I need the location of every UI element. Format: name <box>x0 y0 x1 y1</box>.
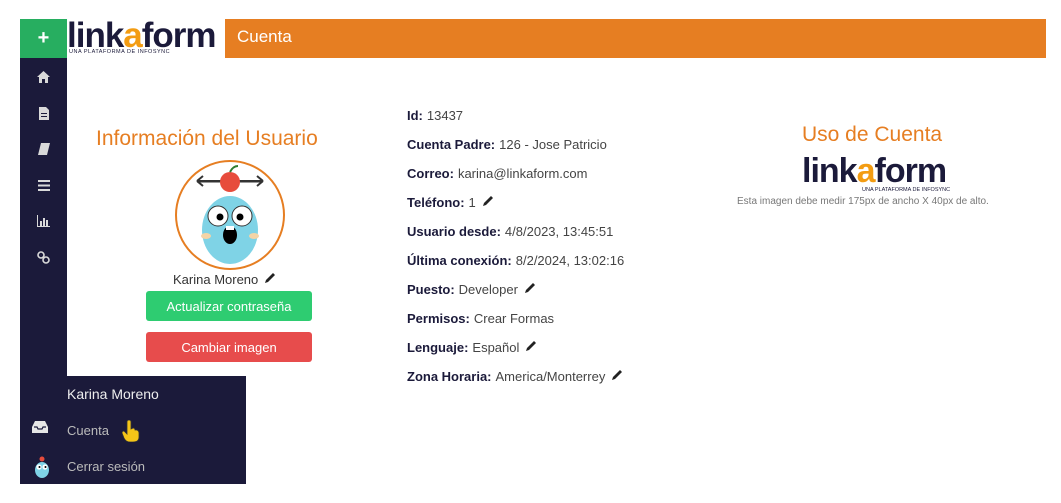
edit-pencil-icon[interactable] <box>611 369 623 384</box>
detail-row-parent: Cuenta Padre: 126 - Jose Patricio <box>407 137 607 152</box>
detail-row-id: Id: 13437 <box>407 108 464 123</box>
add-button[interactable]: + <box>20 19 67 58</box>
usage-logo-image[interactable]: linkaform UNA PLATAFORMA DE INFOSYNC <box>802 152 972 196</box>
profile-name: Karina Moreno <box>173 272 276 287</box>
section-title-user-info: Información del Usuario <box>96 127 318 150</box>
book-icon[interactable] <box>20 138 67 160</box>
menu-item-label: Cerrar sesión <box>67 459 146 474</box>
detail-row-position: Puesto: Developer <box>407 282 536 297</box>
page-title: Cuenta <box>237 27 292 46</box>
edit-pencil-icon[interactable] <box>524 282 536 297</box>
change-image-button[interactable]: Cambiar imagen <box>146 332 312 362</box>
list-icon[interactable] <box>20 174 67 196</box>
detail-row-email: Correo: karina@linkaform.com <box>407 166 588 181</box>
detail-row-phone: Teléfono: 1 <box>407 195 494 210</box>
detail-row-user-since: Usuario desde: 4/8/2023, 13:45:51 <box>407 224 614 239</box>
menu-user-name: Karina Moreno <box>67 386 159 402</box>
user-menu: Karina Moreno Cuenta Cerrar sesión <box>20 376 246 484</box>
gopher-avatar-icon <box>32 456 52 478</box>
detail-row-permissions: Permisos: Crear Formas <box>407 311 555 326</box>
menu-item-label: Cuenta <box>67 423 109 438</box>
edit-pencil-icon[interactable] <box>482 195 494 210</box>
edit-pencil-icon[interactable] <box>264 272 276 287</box>
edit-pencil-icon[interactable] <box>525 340 537 355</box>
home-icon[interactable] <box>20 66 67 88</box>
avatar[interactable] <box>175 160 285 270</box>
hand-pointer-icon <box>121 419 140 448</box>
detail-row-last-login: Última conexión: 8/2/2024, 13:02:16 <box>407 253 625 268</box>
update-password-button[interactable]: Actualizar contraseña <box>146 291 312 321</box>
detail-row-timezone: Zona Horaria: America/Monterrey <box>407 369 623 384</box>
link-icon[interactable] <box>20 246 67 268</box>
logo-size-note: Esta imagen debe medir 175px de ancho X … <box>737 196 989 207</box>
chart-icon[interactable] <box>20 210 67 232</box>
sidebar <box>20 58 67 378</box>
menu-item-cerrar-sesion[interactable]: Cerrar sesión <box>20 456 246 478</box>
logo-tagline: UNA PLATAFORMA DE INFOSYNC <box>69 49 171 55</box>
file-icon[interactable] <box>20 102 67 124</box>
section-title-usage: Uso de Cuenta <box>802 123 943 146</box>
usage-logo-wordmark: linkaform <box>802 152 947 190</box>
inbox-icon <box>32 420 52 440</box>
brand-logo[interactable]: linkaform UNA PLATAFORMA DE INFOSYNC <box>67 16 225 58</box>
top-bar: Cuenta <box>225 19 1046 58</box>
usage-logo-tagline: UNA PLATAFORMA DE INFOSYNC <box>862 187 951 193</box>
detail-row-language: Lenguaje: Español <box>407 340 537 355</box>
